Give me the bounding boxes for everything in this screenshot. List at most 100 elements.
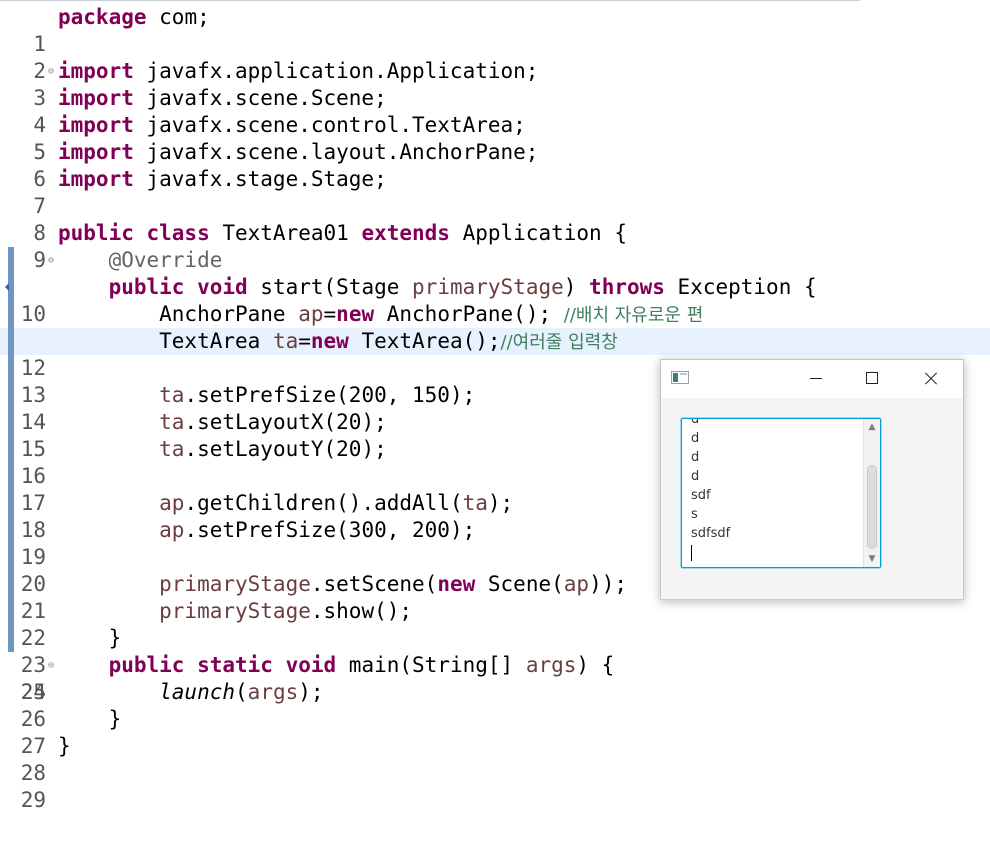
code-text: .setScene( [310, 572, 438, 596]
code-text: } [58, 734, 71, 758]
code-line[interactable]: 26 launch(args); [0, 679, 990, 731]
keyword: public static void [58, 653, 337, 677]
code-line[interactable]: 6 import javafx.scene.layout.AnchorPane; [0, 139, 990, 191]
code-text: .getChildren().addAll( [184, 491, 463, 515]
multiline-text-area[interactable]: d d d d sdf s sdfsdf ▲ ▼ [681, 418, 881, 568]
change-marker [8, 463, 14, 490]
change-marker [8, 517, 14, 544]
code-text: javafx.scene.layout.AnchorPane; [133, 140, 539, 164]
minimize-button[interactable] [793, 360, 839, 398]
variable: ta [58, 410, 185, 434]
code-line[interactable]: 2 [0, 31, 990, 83]
keyword: throws [589, 275, 665, 299]
code-line[interactable]: 4 import javafx.scene.Scene; [0, 85, 990, 137]
text-line: d [691, 431, 700, 446]
app-window-icon[interactable] [671, 371, 689, 384]
code-line[interactable]: 7 import javafx.stage.Stage; [0, 166, 990, 218]
code-text: javafx.application.Application; [133, 59, 539, 83]
fold-toggle-icon[interactable]: ⊖ [46, 247, 56, 274]
override-marker-icon[interactable] [5, 274, 14, 301]
code-text: .show(); [310, 599, 413, 623]
code-text: ) { [576, 653, 615, 677]
change-marker [8, 571, 14, 598]
variable: primaryStage [58, 599, 311, 623]
text-line: sdfsdf [691, 526, 731, 541]
comment: //여러줄 입력창 [500, 332, 618, 353]
code-line[interactable]: 9 public class TextArea01 extends Applic… [0, 220, 990, 272]
variable: ap [58, 518, 185, 542]
scrollbar-thumb[interactable] [867, 465, 877, 549]
code-text: Scene( [475, 572, 564, 596]
line-number: 29 [20, 788, 46, 812]
code-text: } [58, 626, 122, 650]
keyword: import [58, 113, 134, 137]
code-line[interactable]: 10 ⊖ @Override [0, 247, 990, 326]
keyword: import [58, 86, 134, 110]
code-text: com; [146, 5, 210, 29]
code-text: ); [487, 491, 514, 515]
fold-toggle-icon[interactable]: ⊖ [46, 652, 56, 679]
code-line[interactable]: 29 [0, 760, 990, 812]
window-titlebar[interactable] [661, 360, 963, 398]
keyword: package [58, 5, 147, 29]
keyword: new [437, 572, 476, 596]
code-line[interactable]: 5 import javafx.scene.control.TextArea; [0, 112, 990, 164]
change-marker [8, 436, 14, 463]
variable: ap [563, 572, 590, 596]
parameter: primaryStage [412, 275, 564, 299]
code-text: AnchorPane [58, 302, 299, 326]
method-call: launch [58, 680, 236, 704]
variable: ta [58, 437, 185, 461]
keyword: extends [361, 221, 450, 245]
javafx-app-window: d d d d sdf s sdfsdf ▲ ▼ [660, 359, 964, 600]
code-text: .setLayoutY(20); [184, 437, 387, 461]
code-line[interactable]: 25 ⊖ public static void main(String[] ar… [0, 652, 990, 704]
change-marker [8, 382, 14, 409]
maximize-button[interactable] [849, 360, 895, 398]
scroll-down-icon[interactable]: ▼ [864, 551, 880, 567]
text-line: d [691, 469, 700, 484]
change-marker [8, 247, 14, 274]
code-line[interactable]: 24 } [0, 625, 990, 704]
change-marker [8, 544, 14, 571]
keyword: import [58, 59, 134, 83]
variable: ta [272, 329, 299, 353]
keyword: import [58, 167, 134, 191]
editor-top-border [0, 0, 860, 1]
code-line-current[interactable]: 13 TextArea ta=new TextArea();//여러줄 입력창 [0, 328, 990, 407]
text-area-content: d d d d sdf s sdfsdf [691, 419, 861, 561]
keyword: public void [58, 275, 248, 299]
code-text: ( [235, 680, 248, 704]
code-text: TextArea01 [209, 221, 362, 245]
code-text: .setPrefSize(200, 150); [184, 383, 476, 407]
code-text: TextArea [58, 329, 273, 353]
change-marker [8, 625, 14, 652]
code-line[interactable]: 1 package com; [0, 4, 990, 56]
code-line[interactable]: 11 public void start(Stage primaryStage)… [0, 274, 990, 353]
code-line[interactable]: 8 [0, 193, 990, 245]
annotation: @Override [58, 248, 223, 272]
text-line: d [691, 450, 700, 465]
variable: ap [298, 302, 324, 326]
vertical-scrollbar[interactable]: ▲ ▼ [863, 419, 880, 567]
close-button[interactable] [907, 360, 953, 398]
code-line[interactable]: 28 } [0, 733, 990, 785]
variable: ap [58, 491, 185, 515]
code-text: TextArea(); [348, 329, 501, 353]
scroll-up-icon[interactable]: ▲ [864, 419, 880, 435]
code-line[interactable]: 12 AnchorPane ap=new AnchorPane(); //배치 … [0, 301, 990, 380]
code-line[interactable]: 27 } [0, 706, 990, 758]
code-text: main(String[] [336, 653, 526, 677]
text-line: sdf [691, 488, 711, 503]
code-text: = [323, 302, 337, 326]
fold-toggle-icon[interactable]: ⊖ [46, 58, 56, 85]
comment: //배치 자유로운 편 [563, 305, 704, 326]
code-line[interactable]: 23 primaryStage.show(); [0, 598, 990, 677]
variable: primaryStage [58, 572, 311, 596]
code-text: Application { [449, 221, 627, 245]
code-line[interactable]: 3 ⊖ import javafx.application.Applicatio… [0, 58, 990, 110]
anchor-pane: d d d d sdf s sdfsdf ▲ ▼ [661, 398, 963, 599]
variable: ta [58, 383, 185, 407]
change-marker [8, 490, 14, 517]
parameter: args [247, 680, 299, 704]
